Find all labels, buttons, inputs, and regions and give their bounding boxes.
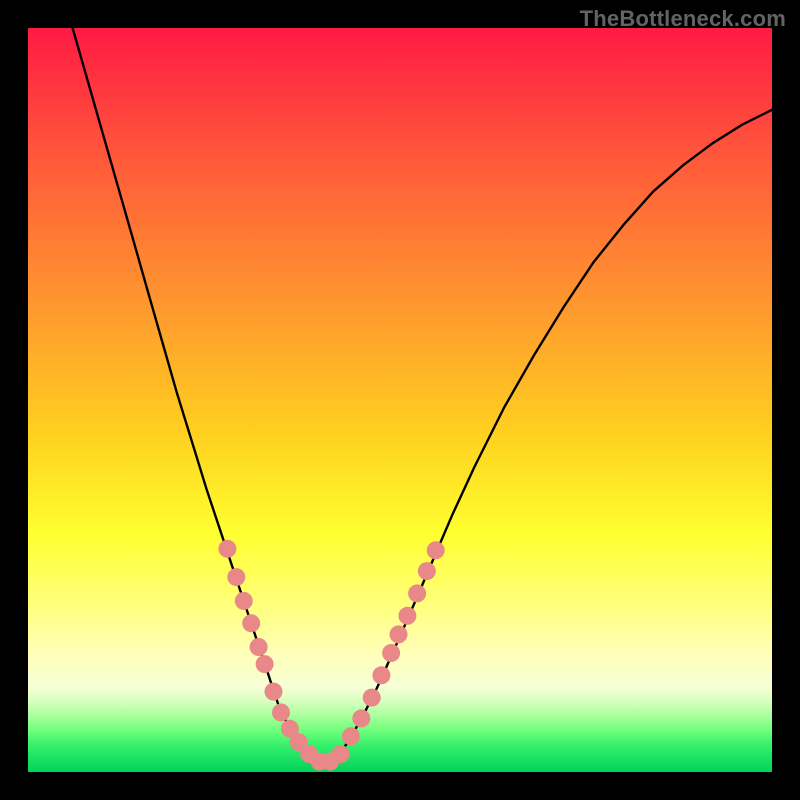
scatter-dot	[398, 607, 416, 625]
gradient-background	[28, 28, 772, 772]
scatter-dot	[418, 562, 436, 580]
scatter-dot	[218, 540, 236, 558]
scatter-dot	[372, 666, 390, 684]
scatter-dot	[227, 568, 245, 586]
chart-svg	[28, 28, 772, 772]
chart-frame: TheBottleneck.com	[0, 0, 800, 800]
scatter-dot	[342, 727, 360, 745]
plot-area	[28, 28, 772, 772]
scatter-dot	[427, 541, 445, 559]
scatter-dot	[256, 655, 274, 673]
scatter-dot	[382, 644, 400, 662]
scatter-dot	[363, 689, 381, 707]
scatter-dot	[265, 683, 283, 701]
scatter-dot	[408, 584, 426, 602]
scatter-dot	[235, 592, 253, 610]
scatter-dot	[242, 614, 260, 632]
scatter-dot	[272, 704, 290, 722]
scatter-dot	[390, 625, 408, 643]
scatter-dot	[352, 709, 370, 727]
scatter-dot	[250, 638, 268, 656]
scatter-dot	[332, 745, 350, 763]
